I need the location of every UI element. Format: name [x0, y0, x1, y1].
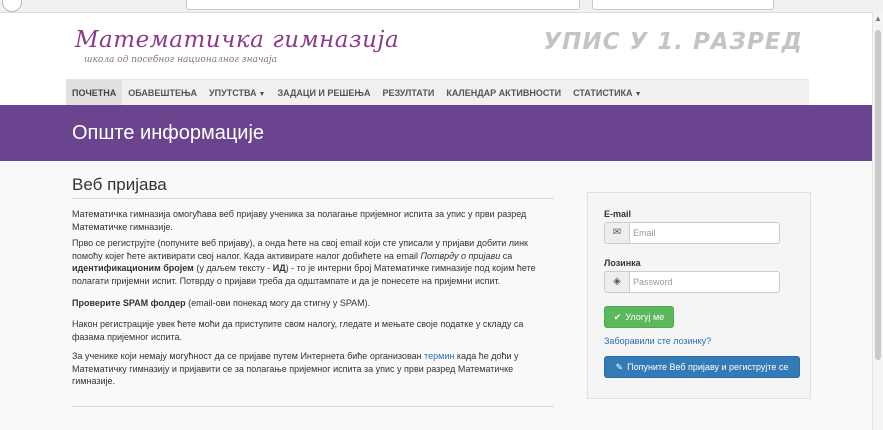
- paragraph-text: Након регистрације увек ћете моћи да при…: [72, 319, 524, 342]
- spam-warning: Проверите SPAM фолдер: [72, 298, 186, 308]
- nav-item-home[interactable]: ПОЧЕТНА: [66, 80, 123, 106]
- nav-item-label: СТАТИСТИКА: [573, 88, 633, 98]
- term-link[interactable]: термин: [424, 351, 454, 361]
- browser-search-bar[interactable]: [592, 0, 774, 10]
- divider: [72, 406, 554, 407]
- enrollment-title: УПИС У 1. РАЗРЕД: [543, 29, 803, 55]
- caret-down-icon: ▼: [634, 91, 642, 98]
- password-input[interactable]: [633, 275, 773, 289]
- login-button[interactable]: ✔ Улогуј ме: [604, 306, 674, 328]
- nav-item-label: ЗАДАЦИ И РЕШЕЊА: [277, 88, 371, 98]
- nav-item-tasks[interactable]: ЗАДАЦИ И РЕШЕЊА: [271, 80, 376, 106]
- paragraph-spam: Проверите SPAM фолдер (email-ови понекад…: [72, 297, 554, 310]
- login-button-label: Улогуј ме: [625, 312, 665, 322]
- paragraph-text: (у даљем тексту -: [193, 263, 273, 273]
- browser-toolbar: [0, 0, 883, 13]
- register-button[interactable]: ✎ Попуните Веб пријаву и региструјте се: [604, 356, 800, 378]
- main-nav: ПОЧЕТНА ОБАВЕШТЕЊА УПУТСТВА ▼ ЗАДАЦИ И РЕ…: [66, 79, 809, 106]
- caret-down-icon: ▼: [258, 91, 266, 98]
- password-input-group: ◈: [604, 271, 780, 293]
- content-area: Веб пријава Математичка гимназија омогућ…: [0, 161, 873, 430]
- paragraph-offline: За ученике који немају могућност да се п…: [72, 350, 554, 388]
- password-label: Лозинка: [604, 258, 641, 268]
- nav-item-instructions[interactable]: УПУТСТВА ▼: [203, 80, 271, 106]
- paragraph-text: Математичка гимназија омогућава веб приј…: [72, 209, 527, 232]
- nav-item-announcements[interactable]: ОБАВЕШТЕЊА: [122, 80, 203, 106]
- paragraph-text: са: [500, 250, 513, 261]
- paragraph-text: За ученике који немају могућност да се п…: [72, 351, 425, 361]
- register-button-label: Попуните Веб пријаву и региструјте се: [627, 362, 789, 372]
- scrollbar-thumb[interactable]: [875, 30, 881, 360]
- browser-nav-button[interactable]: [2, 0, 22, 12]
- email-input[interactable]: [633, 226, 773, 240]
- email-input-group: ✉: [604, 222, 780, 244]
- eye-icon[interactable]: ◈: [605, 272, 630, 292]
- scroll-up-icon[interactable]: ▲: [874, 14, 882, 23]
- logo-subtitle: школа од посебног националног значаја: [84, 55, 277, 65]
- nav-item-label: КАЛЕНДАР АКТИВНОСТИ: [446, 88, 562, 98]
- nav-item-label: УПУТСТВА: [209, 88, 257, 98]
- pencil-icon: ✎: [615, 362, 624, 372]
- paragraph-registration: Прво се региструјте (попуните веб пријав…: [72, 237, 554, 287]
- id-term: идентификационим бројем: [72, 263, 194, 273]
- page-banner: Опште информације: [0, 105, 873, 161]
- check-icon: ✔: [613, 312, 622, 322]
- nav-item-results[interactable]: РЕЗУЛТАТИ: [377, 80, 441, 106]
- nav-item-label: РЕЗУЛТАТИ: [382, 88, 435, 98]
- vertical-scrollbar[interactable]: ▲: [872, 12, 883, 430]
- paragraph-account: Након регистрације увек ћете моћи да при…: [72, 318, 554, 343]
- login-panel: E-mail ✉ Лозинка ◈ ✔Улогуј ме Заборавили…: [587, 192, 811, 399]
- paragraph-text: (email-ови понекад могу да стигну у SPAM…: [185, 298, 371, 308]
- nav-item-calendar[interactable]: КАЛЕНДАР АКТИВНОСТИ: [440, 80, 567, 106]
- confirmation-term: Потврду о пријави: [420, 250, 501, 261]
- paragraph-intro: Математичка гимназија омогућава веб приј…: [72, 208, 554, 233]
- logo-title[interactable]: Математичка гимназија: [75, 27, 399, 53]
- page-title: Опште информације: [72, 122, 265, 144]
- divider: [72, 198, 554, 199]
- envelope-icon: ✉: [605, 223, 630, 243]
- email-label: E-mail: [604, 209, 632, 219]
- nav-item-label: ОБАВЕШТЕЊА: [128, 88, 198, 98]
- forgot-password-link[interactable]: Заборавили сте лозинку?: [604, 336, 711, 346]
- nav-item-statistics[interactable]: СТАТИСТИКА ▼: [567, 80, 647, 106]
- nav-item-label: ПОЧЕТНА: [72, 88, 117, 98]
- section-title: Веб пријава: [72, 175, 167, 194]
- id-abbrev: ИД: [272, 263, 286, 273]
- site-header: Математичка гимназија школа од посебног …: [0, 13, 873, 79]
- browser-address-bar[interactable]: [186, 0, 580, 10]
